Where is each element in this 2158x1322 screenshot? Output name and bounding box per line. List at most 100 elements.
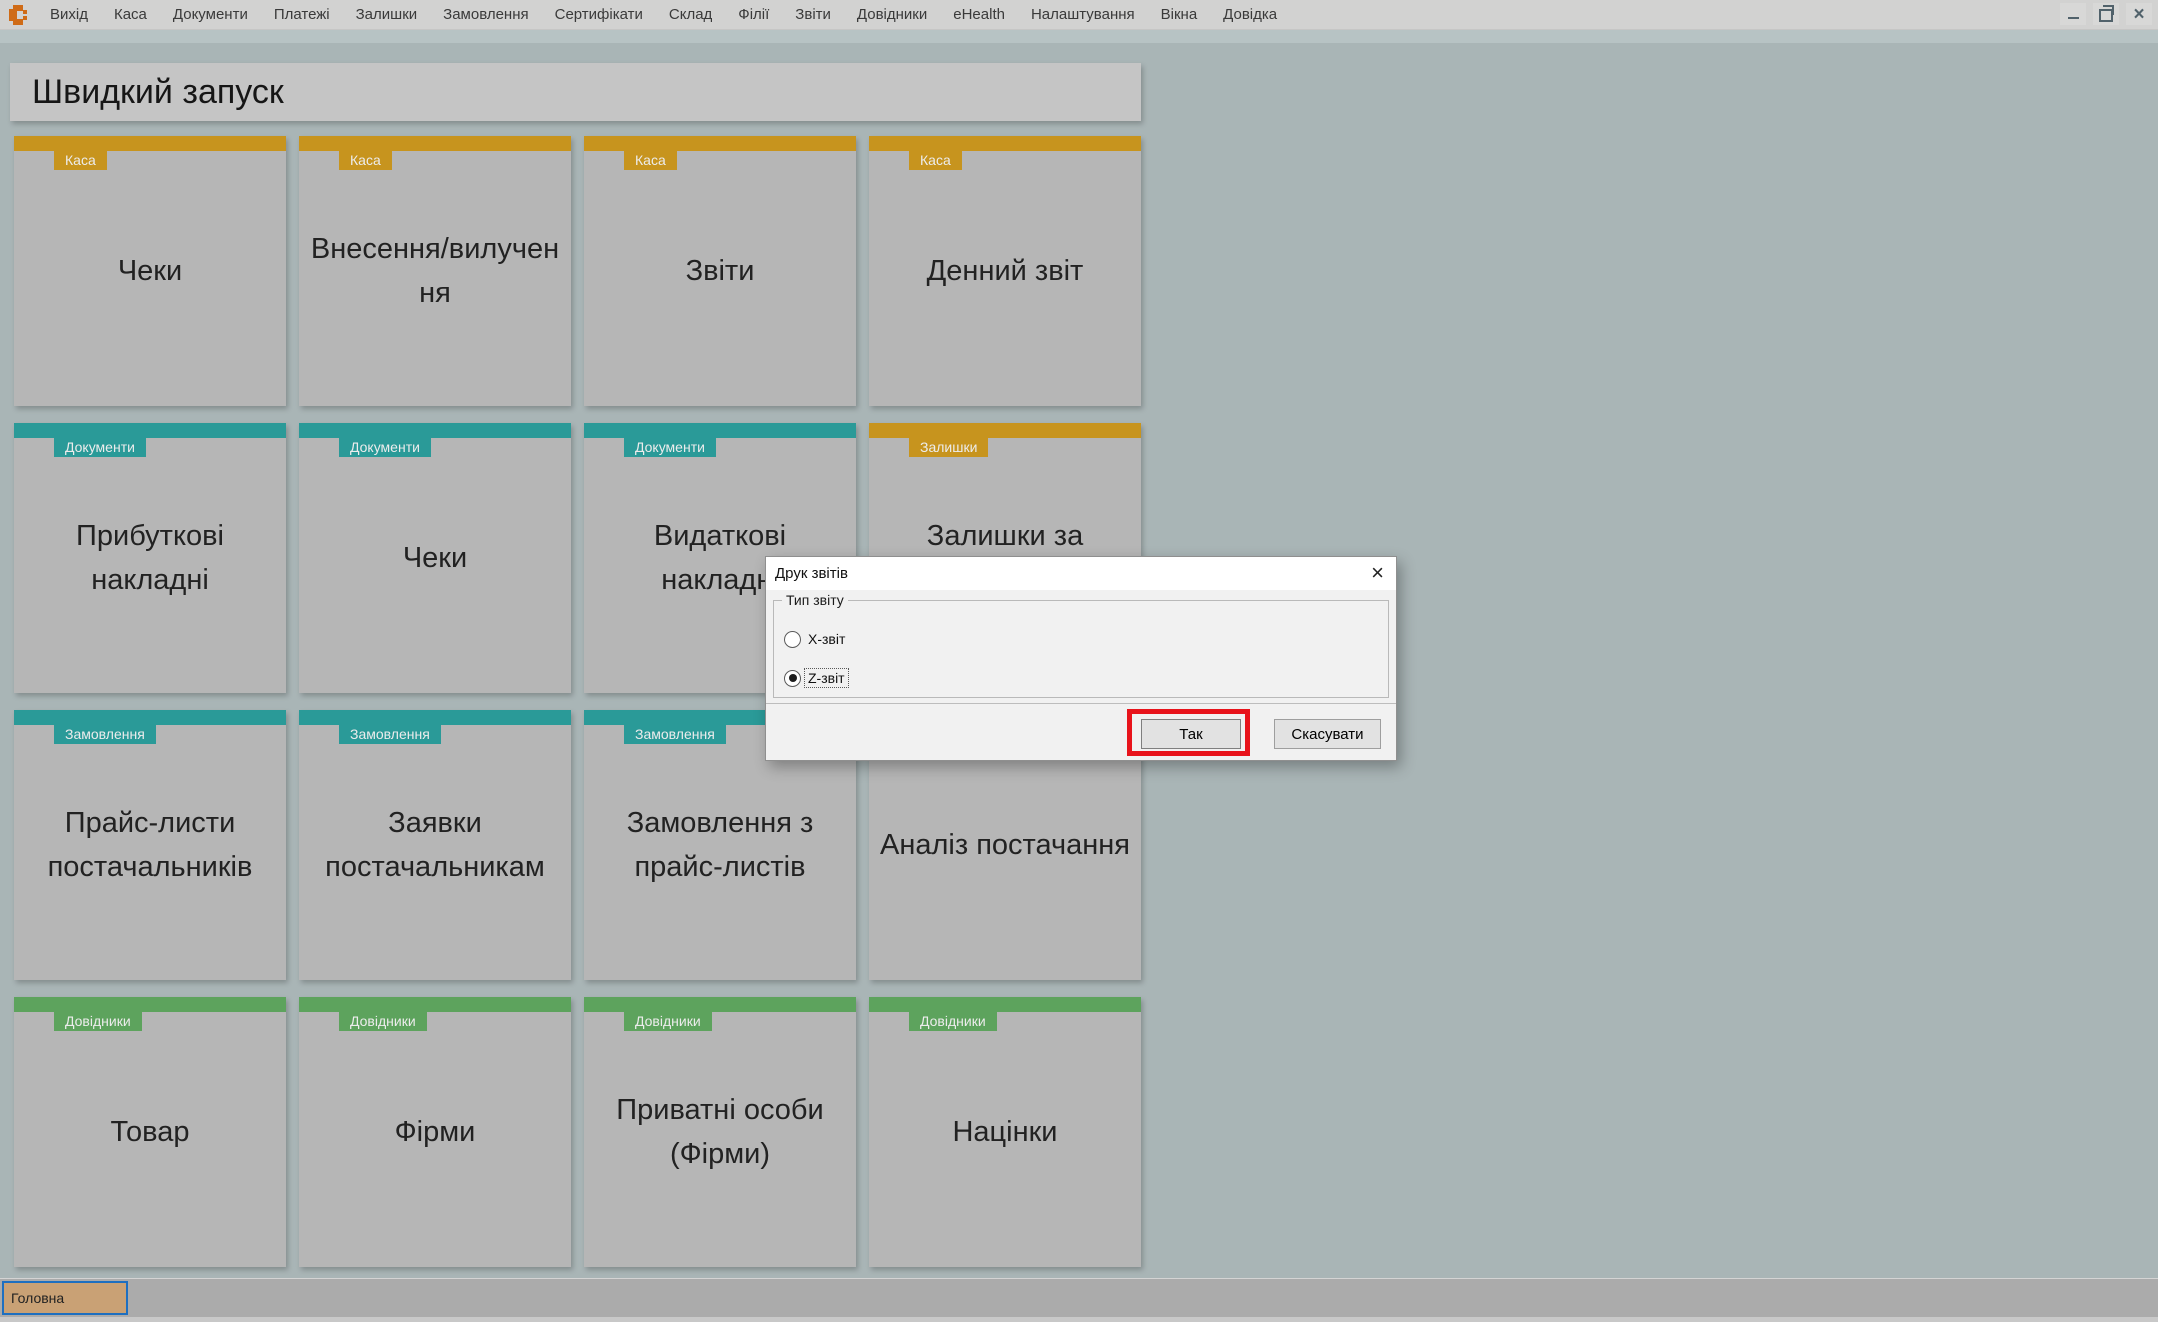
menu-item[interactable]: Склад	[656, 0, 725, 29]
page-title: Швидкий запуск	[10, 63, 1141, 121]
tile-category-tab: Каса	[339, 151, 392, 170]
tile-category-bar	[869, 997, 1141, 1012]
app-window: ВихідКасаДокументиПлатежіЗалишкиЗамовлен…	[0, 0, 2158, 1322]
quick-launch-tile[interactable]: Довідники Приватні особи (Фірми)	[584, 997, 856, 1267]
dialog-titlebar: Друк звітів ×	[766, 557, 1396, 590]
quick-launch-tile[interactable]: Довідники Фірми	[299, 997, 571, 1267]
minimize-button[interactable]	[2060, 3, 2086, 25]
minimize-icon	[2068, 17, 2079, 19]
app-logo-icon	[7, 4, 29, 26]
tile-category-tab: Каса	[624, 151, 677, 170]
ok-button[interactable]: Так	[1141, 719, 1241, 749]
menu-item[interactable]: Замовлення	[430, 0, 541, 29]
cancel-button[interactable]: Скасувати	[1274, 719, 1381, 749]
menu-item[interactable]: Довідники	[844, 0, 940, 29]
tile-label: Прибуткові накладні	[76, 514, 224, 602]
quick-launch-tile[interactable]: Документи Чеки	[299, 423, 571, 693]
radio-label: Х-звіт	[805, 630, 848, 648]
menu-item[interactable]: Філії	[725, 0, 782, 29]
taskbar: Головна	[0, 1278, 2158, 1318]
tile-category-bar	[14, 997, 286, 1012]
menu-item[interactable]: Налаштування	[1018, 0, 1148, 29]
bottom-strip	[0, 1317, 2158, 1322]
tile-category-bar	[869, 136, 1141, 151]
close-icon: ×	[2133, 5, 2144, 24]
tile-label: Заявки постачальникам	[325, 801, 545, 889]
restore-icon	[2099, 9, 2113, 22]
quick-launch-tile[interactable]: Каса Денний звіт	[869, 136, 1141, 406]
tile-category-tab: Довідники	[624, 1012, 712, 1031]
tile-label: Фірми	[395, 1110, 476, 1154]
dialog-title: Друк звітів	[775, 557, 848, 590]
quick-launch-tile[interactable]: Каса Чеки	[14, 136, 286, 406]
tile-label: Внесення/вилучен ня	[311, 227, 559, 315]
tile-category-bar	[869, 423, 1141, 438]
quick-launch-panel: Швидкий запуск	[10, 63, 1141, 121]
report-type-radio[interactable]: Z-звіт	[784, 669, 848, 687]
tile-category-bar	[14, 423, 286, 438]
tile-category-tab: Довідники	[339, 1012, 427, 1031]
tile-category-tab: Замовлення	[624, 725, 726, 744]
radio-icon	[784, 631, 801, 648]
quick-launch-tile[interactable]: Довідники Товар	[14, 997, 286, 1267]
quick-launch-tile[interactable]: Документи Прибуткові накладні	[14, 423, 286, 693]
quick-launch-tile[interactable]: Каса Внесення/вилучен ня	[299, 136, 571, 406]
tile-category-tab: Замовлення	[339, 725, 441, 744]
close-button[interactable]: ×	[2126, 3, 2152, 25]
restore-button[interactable]	[2093, 3, 2119, 25]
tile-category-bar	[299, 710, 571, 725]
quick-launch-tile[interactable]: Каса Звіти	[584, 136, 856, 406]
tile-label: Націнки	[952, 1110, 1057, 1154]
menu-item[interactable]: Довідка	[1210, 0, 1290, 29]
radio-label: Z-звіт	[805, 669, 848, 687]
tile-category-tab: Документи	[624, 438, 716, 457]
tile-category-tab: Залишки	[909, 438, 988, 457]
menu-bar: ВихідКасаДокументиПлатежіЗалишкиЗамовлен…	[0, 0, 2158, 30]
tile-category-bar	[584, 997, 856, 1012]
quick-launch-tile[interactable]: Замовлення Заявки постачальникам	[299, 710, 571, 980]
menu-item[interactable]: Документи	[160, 0, 261, 29]
menu-item[interactable]: Сертифікати	[542, 0, 656, 29]
tile-category-tab: Каса	[909, 151, 962, 170]
menu-item[interactable]: Вихід	[37, 0, 101, 29]
menu-item[interactable]: Вікна	[1148, 0, 1211, 29]
tile-label: Замовлення з прайс-листів	[627, 801, 814, 889]
groupbox-label: Тип звіту	[782, 592, 848, 608]
menu-item[interactable]: eHealth	[940, 0, 1018, 29]
tile-label: Прайс-листи постачальників	[48, 801, 253, 889]
tile-category-tab: Замовлення	[54, 725, 156, 744]
dialog-body: Тип звіту Х-звіт Z-звіт	[766, 590, 1396, 704]
tile-label: Денний звіт	[927, 249, 1084, 293]
menu-item[interactable]: Каса	[101, 0, 160, 29]
tile-category-tab: Каса	[54, 151, 107, 170]
menu-item[interactable]: Звіти	[782, 0, 844, 29]
tile-label: Звіти	[686, 249, 755, 293]
menu-item[interactable]: Залишки	[343, 0, 431, 29]
tile-category-tab: Документи	[54, 438, 146, 457]
tile-category-bar	[584, 423, 856, 438]
tile-category-tab: Довідники	[909, 1012, 997, 1031]
tab-home-label: Головна	[4, 1283, 126, 1313]
report-type-groupbox: Тип звіту Х-звіт Z-звіт	[773, 600, 1389, 698]
dialog-close-icon[interactable]: ×	[1371, 557, 1384, 590]
tile-label: Аналіз постачання	[880, 823, 1130, 867]
window-controls: ×	[2060, 3, 2152, 25]
tile-category-bar	[14, 136, 286, 151]
tile-category-tab: Довідники	[54, 1012, 142, 1031]
tile-category-bar	[584, 136, 856, 151]
report-type-radio[interactable]: Х-звіт	[784, 630, 848, 648]
quick-launch-tile[interactable]: Замовлення Прайс-листи постачальників	[14, 710, 286, 980]
tile-label: Приватні особи (Фірми)	[616, 1088, 823, 1176]
radio-icon	[784, 670, 801, 687]
background-strip	[0, 30, 2158, 43]
tile-label: Чеки	[403, 536, 467, 580]
tab-home[interactable]: Головна	[2, 1281, 128, 1315]
tile-label: Чеки	[118, 249, 182, 293]
menu-item[interactable]: Платежі	[261, 0, 343, 29]
quick-launch-tile[interactable]: Довідники Націнки	[869, 997, 1141, 1267]
tile-category-bar	[299, 423, 571, 438]
tile-category-bar	[299, 136, 571, 151]
tile-category-bar	[14, 710, 286, 725]
tile-category-bar	[299, 997, 571, 1012]
tile-category-tab: Документи	[339, 438, 431, 457]
